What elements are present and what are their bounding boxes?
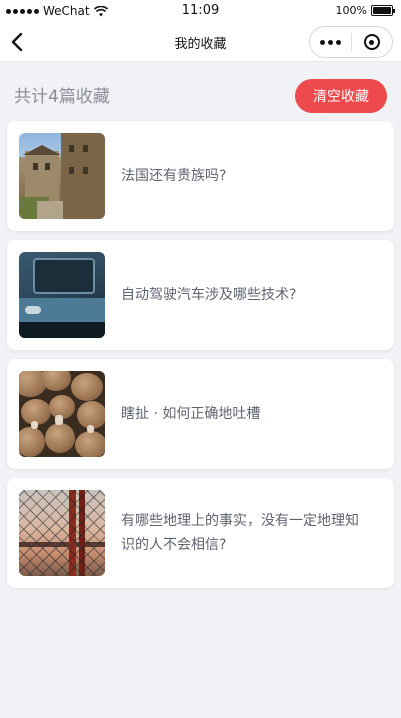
- mushrooms-photo: [19, 371, 105, 457]
- favorite-title: 有哪些地理上的事实，没有一定地理知识的人不会相信?: [121, 513, 359, 553]
- battery-icon: [371, 5, 395, 16]
- mini-program-capsule: [309, 26, 393, 58]
- favorite-item[interactable]: 有哪些地理上的事实，没有一定地理知识的人不会相信?: [7, 478, 394, 588]
- favorites-header: 共计4篇收藏 清空收藏: [0, 62, 401, 120]
- favorites-list: 法国还有贵族吗? 自动驾驶汽车涉及哪些技术? 瞎扯 · 如何正确地吐槽 有哪些地…: [7, 121, 394, 597]
- clear-favorites-button[interactable]: 清空收藏: [295, 79, 387, 113]
- favorites-count: 共计4篇收藏: [14, 87, 110, 107]
- close-mini-program-button[interactable]: [352, 27, 392, 57]
- navigation-bar: 我的收藏: [0, 22, 401, 62]
- favorite-item[interactable]: 自动驾驶汽车涉及哪些技术?: [7, 240, 394, 350]
- blue-car-photo: [19, 252, 105, 338]
- street-houses-photo: [19, 133, 105, 219]
- more-dots-icon: [320, 39, 325, 45]
- more-button[interactable]: [310, 27, 351, 57]
- battery-status: 100%: [335, 4, 395, 17]
- favorite-title: 瞎扯 · 如何正确地吐槽: [121, 406, 261, 422]
- favorite-item[interactable]: 法国还有贵族吗?: [7, 121, 394, 231]
- battery-percent: 100%: [335, 4, 367, 17]
- favorite-title: 自动驾驶汽车涉及哪些技术?: [121, 287, 297, 303]
- target-circle-icon: [363, 34, 380, 50]
- favorite-title: 法国还有贵族吗?: [121, 168, 227, 184]
- status-bar: WeChat 11:09 100%: [0, 0, 401, 22]
- favorite-item[interactable]: 瞎扯 · 如何正确地吐槽: [7, 359, 394, 469]
- bridge-fence-photo: [19, 490, 105, 576]
